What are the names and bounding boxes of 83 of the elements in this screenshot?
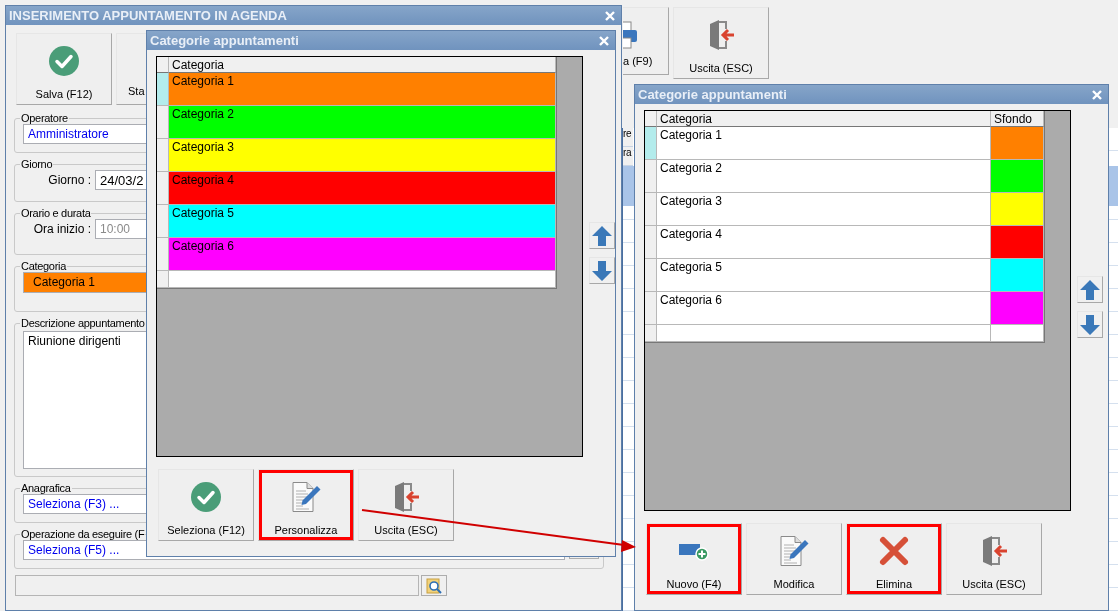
group-label: Orario e durata: [20, 207, 92, 219]
column-header: ra: [623, 147, 633, 166]
row-indicator[interactable]: [645, 259, 657, 292]
table-cell[interactable]: Categoria 3: [169, 139, 556, 172]
printer-icon: [623, 20, 639, 50]
select-button[interactable]: Seleziona (F12): [158, 469, 254, 541]
cross-icon: [878, 535, 910, 567]
move-up-button[interactable]: [589, 222, 615, 249]
window-title: Categorie appuntamenti: [638, 87, 787, 102]
customize-button[interactable]: Personalizza: [258, 469, 354, 541]
exit-door-icon: [707, 19, 735, 51]
table-cell[interactable]: Categoria 3: [657, 193, 991, 226]
down-arrow-icon: [1079, 313, 1101, 336]
group-label: Giorno: [20, 158, 54, 170]
delete-button[interactable]: Elimina: [846, 523, 942, 595]
down-arrow-icon: [591, 259, 613, 282]
save-button[interactable]: Salva (F12): [16, 33, 112, 105]
window-title: INSERIMENTO APPUNTAMENTO IN AGENDA: [9, 8, 287, 23]
exit-button[interactable]: Uscita (ESC): [946, 523, 1042, 595]
column-header[interactable]: Sfondo: [991, 111, 1044, 127]
table-cell[interactable]: Categoria 4: [657, 226, 991, 259]
close-icon[interactable]: [604, 9, 616, 22]
up-arrow-icon: [591, 224, 613, 247]
row-indicator[interactable]: [645, 226, 657, 259]
row-indicator[interactable]: [157, 139, 169, 172]
table-cell[interactable]: Categoria 1: [169, 73, 556, 106]
exit-button[interactable]: Uscita (ESC): [673, 7, 769, 79]
row-indicator[interactable]: [645, 325, 657, 342]
column-header: re: [623, 128, 633, 147]
header-corner: [157, 57, 169, 73]
search-icon: [426, 577, 442, 594]
table-cell[interactable]: Categoria 6: [657, 292, 991, 325]
check-icon: [190, 481, 222, 513]
move-down-button[interactable]: [589, 257, 615, 284]
table-cell[interactable]: [991, 325, 1044, 342]
table-cell[interactable]: Categoria 2: [169, 106, 556, 139]
column-header[interactable]: Categoria: [657, 111, 991, 127]
column-header[interactable]: Categoria: [169, 57, 556, 73]
add-item-icon: [678, 541, 710, 561]
group-label: Descrizione appuntamento: [20, 317, 146, 329]
new-button[interactable]: Nuovo (F4): [646, 523, 742, 595]
close-icon[interactable]: [598, 34, 610, 47]
group-label: Anagrafica: [20, 482, 72, 494]
check-icon: [48, 45, 80, 77]
move-down-button[interactable]: [1077, 311, 1103, 338]
close-icon[interactable]: [1091, 88, 1103, 101]
table-cell[interactable]: [657, 325, 991, 342]
exit-button[interactable]: Uscita (ESC): [358, 469, 454, 541]
header-corner: [645, 111, 657, 127]
row-indicator[interactable]: [645, 292, 657, 325]
table-cell[interactable]: Categoria 5: [657, 259, 991, 292]
document-pencil-icon: [778, 534, 810, 568]
row-indicator[interactable]: [645, 127, 657, 160]
field-label: Ora inizio :: [32, 222, 91, 236]
move-up-button[interactable]: [1077, 276, 1103, 303]
document-pencil-icon: [290, 480, 322, 514]
row-indicator[interactable]: [157, 106, 169, 139]
search-field[interactable]: [15, 575, 419, 596]
group-label: Operazione da eseguire (F: [20, 528, 146, 540]
table-cell[interactable]: Categoria 2: [657, 160, 991, 193]
row-indicator[interactable]: [645, 193, 657, 226]
up-arrow-icon: [1079, 278, 1101, 301]
toolbar-button[interactable]: Sta: [116, 33, 146, 105]
field-label: Giorno :: [47, 173, 91, 187]
edit-button[interactable]: Modifica: [746, 523, 842, 595]
group-label: Operatore: [20, 112, 69, 124]
table-cell[interactable]: Categoria 4: [169, 172, 556, 205]
search-button[interactable]: [421, 575, 447, 596]
table-cell[interactable]: Categoria 6: [169, 238, 556, 271]
print-button[interactable]: a (F9): [623, 7, 669, 75]
window-title: Categorie appuntamenti: [150, 33, 299, 48]
exit-door-icon: [980, 535, 1008, 567]
row-indicator[interactable]: [157, 205, 169, 238]
row-indicator[interactable]: [157, 172, 169, 205]
group-label: Categoria: [20, 260, 67, 272]
row-indicator[interactable]: [157, 271, 169, 288]
table-cell[interactable]: [169, 271, 556, 288]
table-cell[interactable]: Categoria 5: [169, 205, 556, 238]
row-indicator[interactable]: [157, 238, 169, 271]
row-indicator[interactable]: [157, 73, 169, 106]
table-cell[interactable]: Categoria 1: [657, 127, 991, 160]
exit-door-icon: [392, 481, 420, 513]
row-indicator[interactable]: [645, 160, 657, 193]
